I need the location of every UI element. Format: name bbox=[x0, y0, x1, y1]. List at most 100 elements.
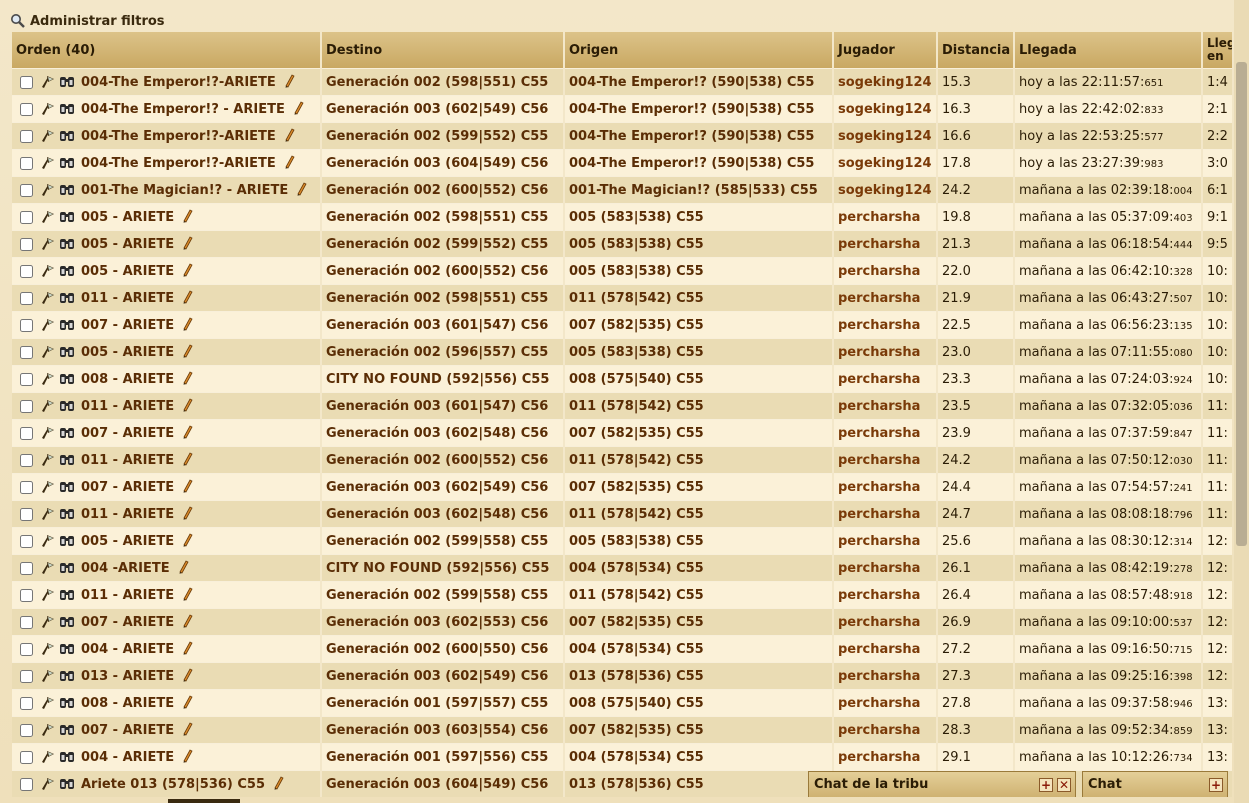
destination-cell[interactable]: Generación 003 (602|548) C56 bbox=[321, 419, 565, 447]
row-select-checkbox[interactable] bbox=[20, 426, 33, 440]
origin-cell[interactable]: 005 (583|538) C55 bbox=[564, 527, 834, 555]
command-name-link[interactable]: 001-The Magician!? - ARIETE bbox=[81, 183, 288, 198]
row-select-checkbox[interactable] bbox=[20, 345, 33, 359]
command-name-link[interactable]: 004-The Emperor!?-ARIETE bbox=[81, 129, 276, 144]
command-name-link[interactable]: 005 - ARIETE bbox=[81, 237, 174, 252]
player-cell[interactable]: percharsha bbox=[833, 392, 938, 420]
edit-pencil-icon[interactable] bbox=[181, 695, 197, 711]
player-cell[interactable]: percharsha bbox=[833, 338, 938, 366]
attack-command-icon[interactable] bbox=[40, 614, 56, 630]
vertical-scrollbar[interactable] bbox=[1234, 0, 1249, 803]
header-order[interactable]: Orden (40) bbox=[12, 32, 322, 69]
header-arrival[interactable]: Llegada bbox=[1014, 32, 1203, 69]
player-cell[interactable]: percharsha bbox=[833, 365, 938, 393]
attack-command-icon[interactable] bbox=[40, 101, 56, 117]
binoculars-icon[interactable] bbox=[59, 587, 75, 603]
player-cell[interactable]: percharsha bbox=[833, 581, 938, 609]
edit-pencil-icon[interactable] bbox=[181, 371, 197, 387]
attack-command-icon[interactable] bbox=[40, 533, 56, 549]
destination-cell[interactable]: Generación 003 (603|554) C56 bbox=[321, 716, 565, 744]
binoculars-icon[interactable] bbox=[59, 155, 75, 171]
header-arrives-in[interactable]: Lleg en bbox=[1202, 32, 1232, 69]
row-select-checkbox[interactable] bbox=[20, 588, 33, 602]
attack-command-icon[interactable] bbox=[40, 290, 56, 306]
row-select-checkbox[interactable] bbox=[20, 696, 33, 710]
command-name-link[interactable]: 004 - ARIETE bbox=[81, 642, 174, 657]
edit-pencil-icon[interactable] bbox=[283, 128, 299, 144]
binoculars-icon[interactable] bbox=[59, 641, 75, 657]
binoculars-icon[interactable] bbox=[59, 425, 75, 441]
destination-cell[interactable]: Generación 002 (598|551) C55 bbox=[321, 203, 565, 231]
origin-cell[interactable]: 001-The Magician!? (585|533) C55 bbox=[564, 176, 834, 204]
header-destination[interactable]: Destino bbox=[321, 32, 565, 69]
binoculars-icon[interactable] bbox=[59, 506, 75, 522]
edit-pencil-icon[interactable] bbox=[181, 587, 197, 603]
edit-pencil-icon[interactable] bbox=[283, 155, 299, 171]
binoculars-icon[interactable] bbox=[59, 776, 75, 792]
command-name-link[interactable]: 011 - ARIETE bbox=[81, 507, 174, 522]
header-origin[interactable]: Origen bbox=[564, 32, 834, 69]
row-select-checkbox[interactable] bbox=[20, 237, 33, 251]
main-chat-maximize-button[interactable]: + bbox=[1209, 777, 1223, 792]
destination-cell[interactable]: Generación 003 (601|547) C56 bbox=[321, 392, 565, 420]
edit-pencil-icon[interactable] bbox=[181, 641, 197, 657]
row-select-checkbox[interactable] bbox=[20, 399, 33, 413]
binoculars-icon[interactable] bbox=[59, 344, 75, 360]
attack-command-icon[interactable] bbox=[40, 425, 56, 441]
binoculars-icon[interactable] bbox=[59, 128, 75, 144]
origin-cell[interactable]: 011 (578|542) C55 bbox=[564, 446, 834, 474]
origin-cell[interactable]: 007 (582|535) C55 bbox=[564, 311, 834, 339]
player-cell[interactable]: percharsha bbox=[833, 527, 938, 555]
origin-cell[interactable]: 007 (582|535) C55 bbox=[564, 716, 834, 744]
destination-cell[interactable]: Generación 002 (598|551) C55 bbox=[321, 68, 565, 96]
command-name-link[interactable]: 004 - ARIETE bbox=[81, 750, 174, 765]
destination-cell[interactable]: Generación 003 (602|549) C56 bbox=[321, 662, 565, 690]
player-cell[interactable]: percharsha bbox=[833, 689, 938, 717]
binoculars-icon[interactable] bbox=[59, 614, 75, 630]
player-cell[interactable]: percharsha bbox=[833, 257, 938, 285]
row-select-checkbox[interactable] bbox=[20, 642, 33, 656]
origin-cell[interactable]: 005 (583|538) C55 bbox=[564, 203, 834, 231]
destination-cell[interactable]: Generación 003 (602|548) C56 bbox=[321, 500, 565, 528]
destination-cell[interactable]: Generación 002 (598|551) C55 bbox=[321, 284, 565, 312]
row-select-checkbox[interactable] bbox=[20, 615, 33, 629]
origin-cell[interactable]: 005 (583|538) C55 bbox=[564, 338, 834, 366]
row-select-checkbox[interactable] bbox=[20, 129, 33, 143]
command-name-link[interactable]: 011 - ARIETE bbox=[81, 291, 174, 306]
player-cell[interactable]: sogeking124 bbox=[833, 122, 938, 150]
destination-cell[interactable]: Generación 001 (597|557) C55 bbox=[321, 689, 565, 717]
edit-pencil-icon[interactable] bbox=[181, 344, 197, 360]
attack-command-icon[interactable] bbox=[40, 155, 56, 171]
origin-cell[interactable]: 004-The Emperor!? (590|538) C55 bbox=[564, 149, 834, 177]
origin-cell[interactable]: 007 (582|535) C55 bbox=[564, 419, 834, 447]
row-select-checkbox[interactable] bbox=[20, 372, 33, 386]
destination-cell[interactable]: Generación 002 (600|552) C56 bbox=[321, 257, 565, 285]
edit-pencil-icon[interactable] bbox=[181, 263, 197, 279]
command-name-link[interactable]: 011 - ARIETE bbox=[81, 588, 174, 603]
player-cell[interactable]: percharsha bbox=[833, 662, 938, 690]
binoculars-icon[interactable] bbox=[59, 749, 75, 765]
player-cell[interactable]: percharsha bbox=[833, 446, 938, 474]
attack-command-icon[interactable] bbox=[40, 263, 56, 279]
player-cell[interactable]: percharsha bbox=[833, 635, 938, 663]
attack-command-icon[interactable] bbox=[40, 668, 56, 684]
origin-cell[interactable]: 004-The Emperor!? (590|538) C55 bbox=[564, 68, 834, 96]
command-name-link[interactable]: 004 -ARIETE bbox=[81, 561, 170, 576]
binoculars-icon[interactable] bbox=[59, 560, 75, 576]
player-cell[interactable]: sogeking124 bbox=[833, 149, 938, 177]
player-cell[interactable]: percharsha bbox=[833, 419, 938, 447]
row-select-checkbox[interactable] bbox=[20, 183, 33, 197]
command-name-link[interactable]: 005 - ARIETE bbox=[81, 210, 174, 225]
player-cell[interactable]: percharsha bbox=[833, 311, 938, 339]
edit-pencil-icon[interactable] bbox=[295, 182, 311, 198]
header-player[interactable]: Jugador bbox=[833, 32, 938, 69]
destination-cell[interactable]: Generación 003 (602|549) C56 bbox=[321, 473, 565, 501]
player-cell[interactable]: percharsha bbox=[833, 608, 938, 636]
command-name-link[interactable]: 008 - ARIETE bbox=[81, 696, 174, 711]
edit-pencil-icon[interactable] bbox=[181, 452, 197, 468]
attack-command-icon[interactable] bbox=[40, 506, 56, 522]
destination-cell[interactable]: Generación 003 (604|549) C56 bbox=[321, 770, 565, 797]
row-select-checkbox[interactable] bbox=[20, 291, 33, 305]
edit-pencil-icon[interactable] bbox=[181, 398, 197, 414]
attack-command-icon[interactable] bbox=[40, 398, 56, 414]
